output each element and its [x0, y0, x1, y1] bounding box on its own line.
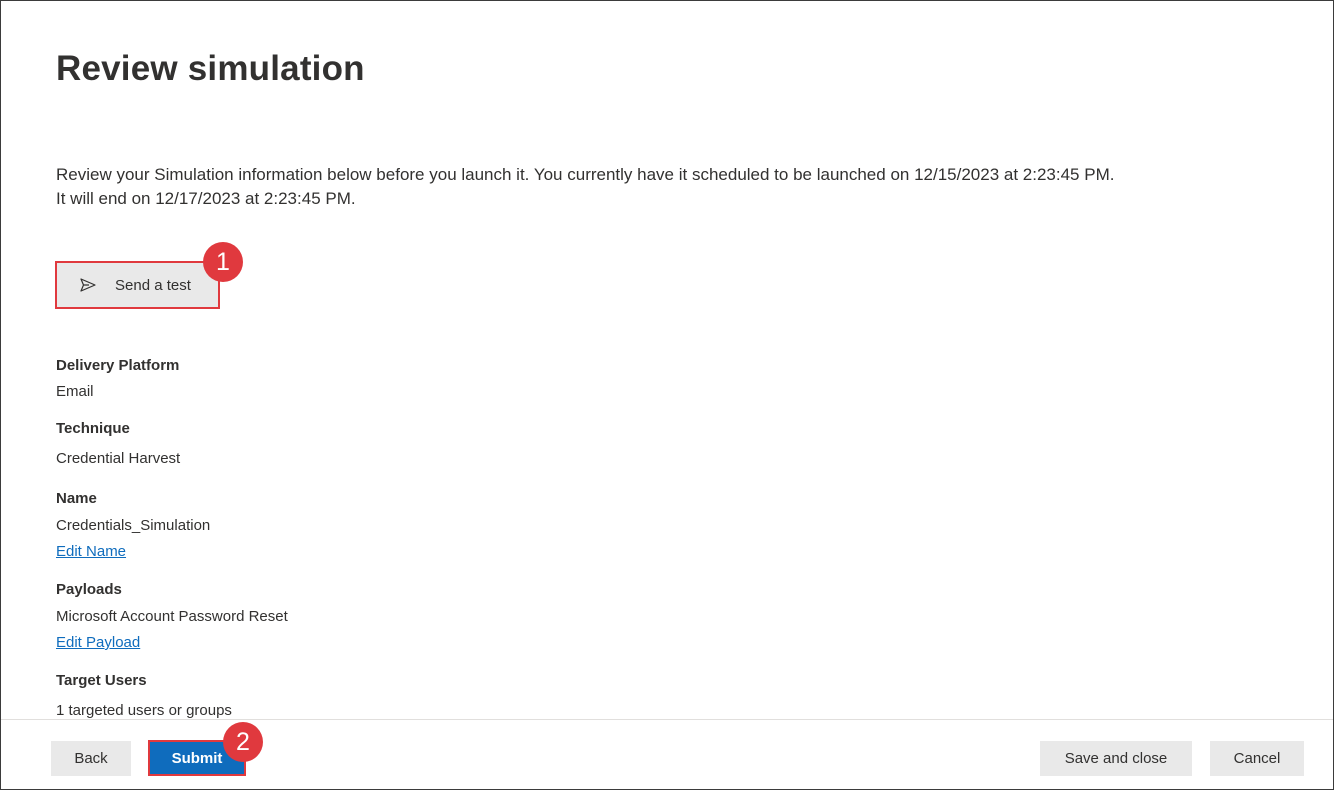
delivery-platform-label: Delivery Platform	[56, 357, 180, 374]
send-test-button[interactable]: Send a test	[55, 261, 220, 309]
delivery-platform-value: Email	[56, 383, 94, 400]
callout-badge-1: 1	[203, 242, 243, 282]
technique-label: Technique	[56, 420, 130, 437]
target-users-label: Target Users	[56, 672, 147, 689]
payloads-value: Microsoft Account Password Reset	[56, 608, 288, 625]
target-users-value: 1 targeted users or groups	[56, 702, 232, 719]
intro-line-1: Review your Simulation information below…	[56, 165, 1115, 184]
footer-divider	[1, 719, 1333, 720]
name-value: Credentials_Simulation	[56, 517, 211, 534]
edit-name-link[interactable]: Edit Name	[56, 543, 126, 560]
send-test-label: Send a test	[115, 276, 191, 294]
back-button[interactable]: Back	[51, 741, 131, 776]
name-label: Name	[56, 490, 97, 507]
page-title: Review simulation	[56, 49, 365, 88]
technique-value: Credential Harvest	[56, 450, 181, 467]
intro-line-2: It will end on 12/17/2023 at 2:23:45 PM.	[56, 189, 356, 208]
review-simulation-panel: Review simulation Review your Simulation…	[0, 0, 1334, 790]
send-icon	[79, 276, 97, 294]
callout-badge-2: 2	[223, 722, 263, 762]
edit-payload-link[interactable]: Edit Payload	[56, 634, 140, 651]
intro-text: Review your Simulation information below…	[56, 163, 1256, 211]
save-and-close-button[interactable]: Save and close	[1040, 741, 1192, 776]
payloads-label: Payloads	[56, 581, 122, 598]
cancel-button[interactable]: Cancel	[1210, 741, 1304, 776]
